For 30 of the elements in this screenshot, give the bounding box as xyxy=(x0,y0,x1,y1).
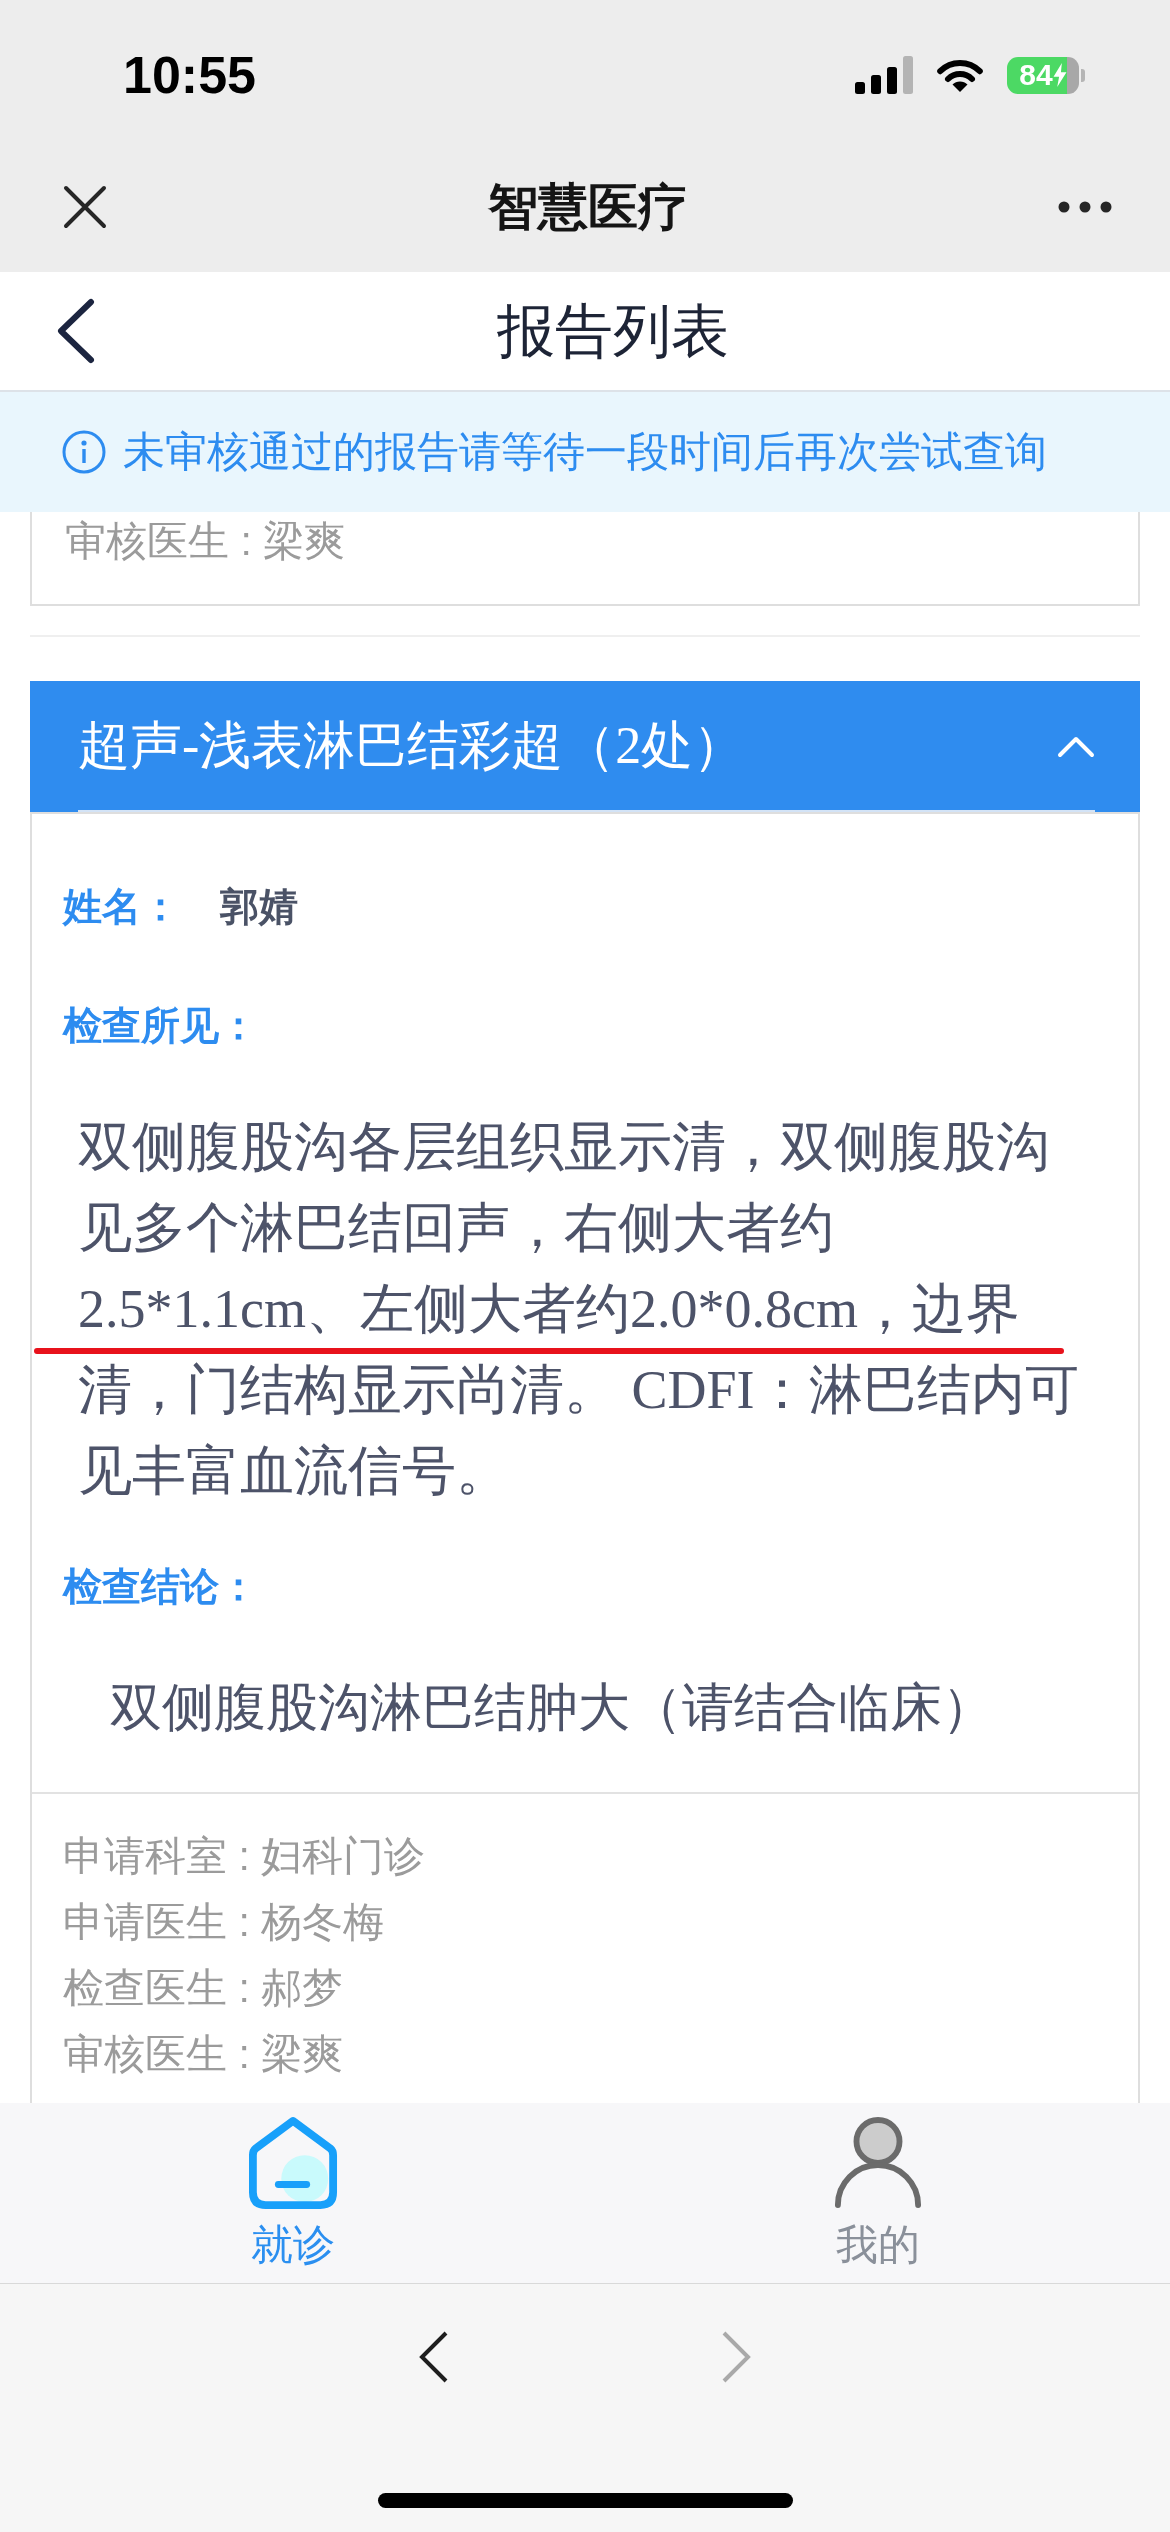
info-icon xyxy=(62,430,106,474)
wifi-icon xyxy=(936,57,984,93)
tab-item[interactable]: 就诊 xyxy=(247,2103,338,2270)
battery-percentage: 84 xyxy=(1019,58,1053,92)
chevron-left-icon[interactable] xyxy=(419,2331,449,2383)
home-icon xyxy=(247,2116,338,2210)
notice-text: 未审核通过的报告请等待一段时间后再次尝试查询 xyxy=(123,427,1047,477)
status-time: 10:55 xyxy=(123,45,256,105)
findings-text: 双侧腹股沟各层组织显示清，双侧腹股沟见多个淋巴结回声，右侧大者约2.5*1.1cm、左侧大者约2.0*0.8cm，边界清，门结构显示尚清。 CDFI：淋巴结内可见丰富血流信号。 xyxy=(78,1117,1079,1501)
miniprogram-title: 智慧医疗 xyxy=(487,178,688,237)
report-title: 超声-浅表淋巴结彩超（2处） xyxy=(78,715,746,776)
page-title: 报告列表 xyxy=(497,297,729,365)
report-meta-line: 申请医生 : 杨冬梅 xyxy=(63,1898,386,1947)
patient-name: 郭婧 xyxy=(220,884,298,930)
name-label: 姓名： xyxy=(63,884,180,930)
report-header[interactable]: 超声-浅表淋巴结彩超（2处） xyxy=(30,681,1140,812)
more-icon[interactable] xyxy=(1058,201,1112,213)
section-label: 检查结论： xyxy=(63,1564,259,1610)
close-icon[interactable] xyxy=(63,185,107,229)
section-label: 检查所见： xyxy=(63,1003,259,1049)
charging-icon xyxy=(1052,63,1067,87)
report-meta-line: 检查医生 : 郝梦 xyxy=(63,1964,345,2013)
conclusion-text: 双侧腹股沟淋巴结肿大（请结合临床） xyxy=(110,1678,995,1738)
tab-item[interactable]: 我的 xyxy=(832,2103,923,2270)
report-meta-line: 审核医生 : 梁爽 xyxy=(63,2030,345,2079)
report-meta-line: 申请科室 : 妇科门诊 xyxy=(63,1832,427,1881)
person-icon xyxy=(832,2116,923,2210)
chevron-left-icon[interactable] xyxy=(56,298,96,364)
report-meta-line: 审核医生 : 梁爽 xyxy=(65,517,347,566)
signal-icon xyxy=(855,56,913,94)
